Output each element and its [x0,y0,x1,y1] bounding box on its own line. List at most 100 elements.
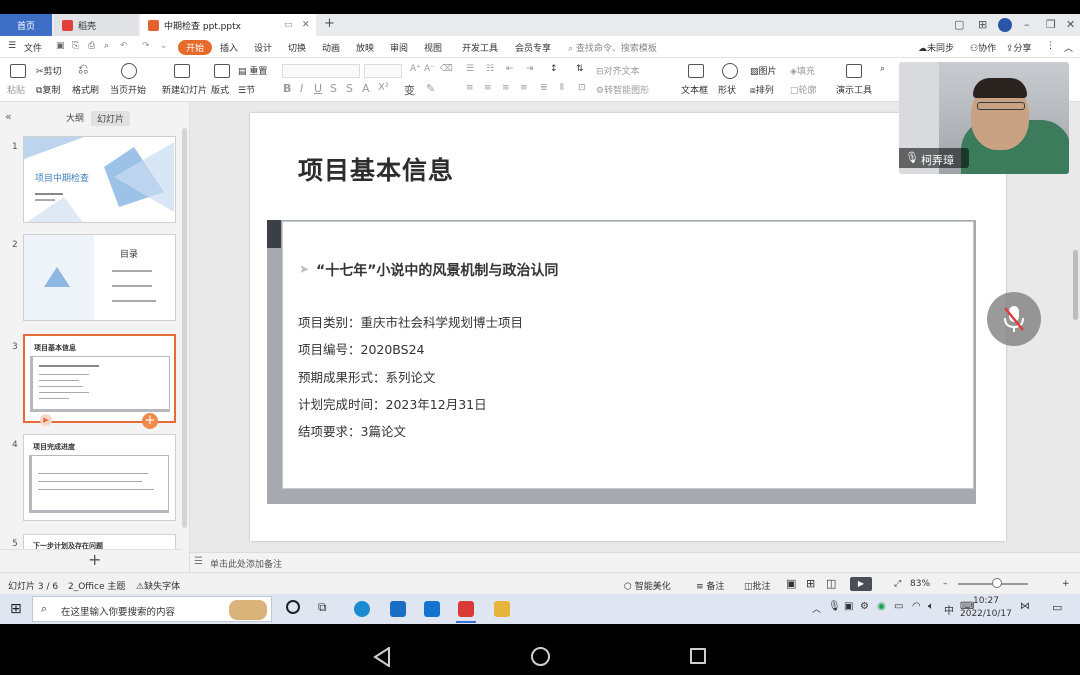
slide-thumb-3[interactable]: 项目基本信息 [23,334,176,423]
tab-pin-icon[interactable]: ▭ [284,20,293,30]
notes-bar[interactable]: ☰ 单击此处添加备注 [190,552,1080,572]
section-button[interactable]: ☰节 [238,83,255,96]
reset-button[interactable]: ▤ 重置 [238,64,267,77]
sync-status[interactable]: ☁未同步 [918,41,954,54]
indent-decrease-icon[interactable]: ⇤ [506,64,514,74]
new-tab-icon[interactable]: + [324,16,335,31]
new-slide-label[interactable]: 新建幻灯片 [162,83,207,96]
notes-toggle[interactable]: ≡ 备注 [696,579,724,592]
command-search[interactable]: ⌕ 查找命令、搜索模板 [568,41,657,54]
slide-title[interactable]: 项目基本信息 [298,151,454,187]
tray-expand-icon[interactable]: ︿ [812,602,821,615]
bold-icon[interactable]: B [283,82,291,95]
restore-icon[interactable]: ❐ [1046,18,1056,31]
distribute-icon[interactable]: ≣ [540,83,548,93]
add-slide-icon[interactable]: + [142,413,158,429]
menu-slideshow[interactable]: 放映 [356,41,374,54]
bullets-icon[interactable]: ☰ [466,64,474,74]
font-shrink-icon[interactable]: A⁻ [424,64,435,74]
tray-app-icon[interactable]: ▣ [844,601,853,612]
export-icon[interactable]: ⎘ [72,41,79,51]
home-icon[interactable] [531,647,550,666]
info-line-requirement[interactable]: 结项要求：3篇论文 [298,421,406,440]
file-explorer-icon[interactable] [494,601,510,617]
print-icon[interactable]: ⎙ [88,41,95,51]
clock-time[interactable]: 10:27 [973,596,999,606]
tray-wechat-icon[interactable]: ◉ [877,601,886,612]
format-painter-label[interactable]: 格式刷 [72,83,99,96]
font-grow-icon[interactable]: A⁺ [410,64,421,74]
align-right-icon[interactable]: ≡ [502,83,510,93]
slide-canvas[interactable]: 项目基本信息 ➤ “十七年”小说中的风景机制与政治认同 项目类别：重庆市社会科学… [250,113,1006,541]
menu-start[interactable]: 开始 [178,40,213,55]
info-line-deadline[interactable]: 计划完成时间：2023年12月31日 [298,394,487,413]
slide-thumb-4[interactable]: 项目完成进度 [23,434,176,521]
clock-date[interactable]: 2022/10/17 [960,609,1012,619]
shadow-icon[interactable]: S [346,82,353,95]
mail-icon[interactable] [390,601,406,617]
window-layout-icon[interactable]: ▢ [954,18,964,31]
tray-mic-icon[interactable]: 🎙︎ [828,601,841,612]
slide-thumb-5[interactable]: 下一步计划及存在问题 [23,534,176,550]
volume-icon[interactable]: 🔈︎ [928,601,934,612]
menu-developer[interactable]: 开发工具 [462,41,498,54]
tab-home[interactable]: 首页 [0,14,52,36]
window-close-icon[interactable]: ✕ [1066,18,1075,31]
text-direction-icon[interactable]: ⇅ [576,64,584,74]
wifi-icon[interactable]: ◠ [912,601,921,612]
play-slide-icon[interactable]: ▶ [40,414,52,426]
fit-window-icon[interactable]: ⤢ [894,579,901,589]
columns-icon[interactable]: ⫴ [560,83,564,93]
menu-transition[interactable]: 切换 [288,41,306,54]
textbox-icon[interactable] [688,64,704,78]
smartart-button[interactable]: ⚙转智能图形 [596,83,649,96]
taskbar-search[interactable]: ⌕ 在这里输入你要搜索的内容 [32,596,272,622]
shape-icon[interactable] [722,63,738,79]
editor-scrollbar[interactable] [1073,250,1078,320]
tray-settings-icon[interactable]: ⚙ [860,601,869,612]
menu-animation[interactable]: 动画 [322,41,340,54]
slide-thumb-2[interactable]: 目录 [23,234,176,321]
minimize-icon[interactable]: – [1024,18,1030,31]
arrange-button[interactable]: ⧈排列 [750,83,774,96]
find-icon[interactable]: ⌕ [880,64,885,74]
theme-name[interactable]: 2_Office 主题 [68,579,125,592]
from-current-label[interactable]: 当页开始 [110,83,146,96]
tab-slides[interactable]: 幻灯片 [91,111,131,126]
tab-docer[interactable]: 稻壳 [54,14,138,36]
back-icon[interactable] [373,647,391,667]
menu-review[interactable]: 审阅 [390,41,408,54]
fill-button[interactable]: ◈填充 [790,64,815,77]
superscript-icon[interactable]: X² [378,82,389,93]
new-slide-icon[interactable] [174,64,190,78]
undo-icon[interactable]: ↶ [120,41,128,51]
wps-office-icon[interactable] [458,601,474,617]
preview-icon[interactable]: ⌕ [104,41,109,51]
mute-mic-button[interactable] [987,292,1041,346]
underline-icon[interactable]: U [314,82,322,95]
play-from-current-icon[interactable] [121,63,137,79]
indent-increase-icon[interactable]: ⇥ [526,64,534,74]
menu-insert[interactable]: 插入 [220,41,238,54]
copy-button[interactable]: ⧉复制 [36,83,60,96]
paste-label[interactable]: 粘贴 [7,83,25,96]
edge-browser-icon[interactable] [354,601,370,617]
picture-button[interactable]: ▨图片 [750,64,777,77]
tab-outline[interactable]: 大纲 [66,111,84,124]
zoom-slider-thumb[interactable] [991,578,1002,588]
paste-icon[interactable] [10,64,26,78]
zoom-in-icon[interactable]: + [1062,579,1070,589]
cortana-icon[interactable] [286,600,300,614]
project-title[interactable]: “十七年”小说中的风景机制与政治认同 [316,260,558,280]
collapse-ribbon-icon[interactable]: ︿ [1064,41,1073,54]
normal-view-icon[interactable]: ▣ [786,577,796,590]
zoom-level[interactable]: 83% [910,579,930,589]
textbox-label[interactable]: 文本框 [681,83,708,96]
hamburger-icon[interactable]: ☰ [8,41,16,51]
align-center-icon[interactable]: ≡ [484,83,492,93]
outline-button[interactable]: □轮廓 [790,83,817,96]
collapse-panel-icon[interactable]: « [5,110,12,123]
ime-indicator[interactable]: 中 [944,602,954,617]
comment-toggle[interactable]: ◫批注 [744,579,771,592]
missing-font-button[interactable]: ⚠缺失字体 [136,579,180,592]
